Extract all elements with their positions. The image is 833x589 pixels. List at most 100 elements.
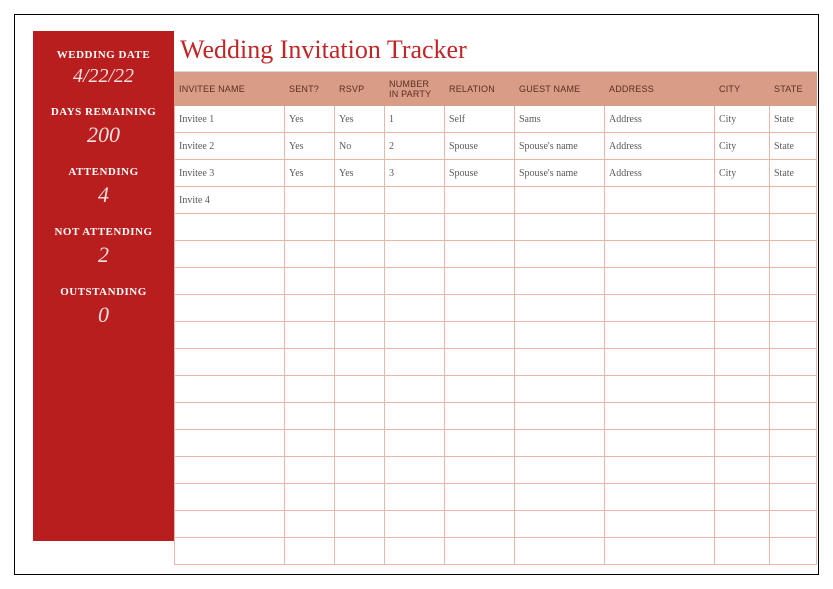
col-rsvp[interactable]: RSVP — [335, 73, 385, 106]
cell-relation[interactable] — [445, 403, 515, 430]
cell-address[interactable] — [605, 430, 715, 457]
cell-sent[interactable] — [285, 349, 335, 376]
cell-sent[interactable] — [285, 403, 335, 430]
cell-guest[interactable]: Spouse's name — [515, 160, 605, 187]
cell-state[interactable] — [770, 349, 817, 376]
cell-invitee[interactable] — [175, 457, 285, 484]
cell-invitee[interactable] — [175, 268, 285, 295]
table-row[interactable]: Invitee 1YesYes1SelfSamsAddressCityState — [175, 106, 817, 133]
cell-address[interactable] — [605, 268, 715, 295]
table-row[interactable] — [175, 214, 817, 241]
cell-relation[interactable] — [445, 214, 515, 241]
cell-num[interactable] — [385, 241, 445, 268]
cell-sent[interactable] — [285, 376, 335, 403]
cell-sent[interactable] — [285, 484, 335, 511]
table-row[interactable]: Invite 4 — [175, 187, 817, 214]
cell-city[interactable] — [715, 241, 770, 268]
cell-num[interactable]: 3 — [385, 160, 445, 187]
cell-num[interactable] — [385, 322, 445, 349]
cell-num[interactable] — [385, 214, 445, 241]
cell-state[interactable]: State — [770, 133, 817, 160]
cell-rsvp[interactable] — [335, 484, 385, 511]
cell-relation[interactable] — [445, 430, 515, 457]
cell-city[interactable] — [715, 349, 770, 376]
cell-num[interactable] — [385, 349, 445, 376]
cell-num[interactable] — [385, 187, 445, 214]
table-row[interactable] — [175, 241, 817, 268]
cell-city[interactable] — [715, 511, 770, 538]
cell-num[interactable] — [385, 538, 445, 565]
table-row[interactable] — [175, 457, 817, 484]
cell-state[interactable]: State — [770, 106, 817, 133]
cell-guest[interactable] — [515, 322, 605, 349]
cell-sent[interactable] — [285, 322, 335, 349]
cell-address[interactable] — [605, 214, 715, 241]
table-row[interactable] — [175, 295, 817, 322]
cell-guest[interactable] — [515, 349, 605, 376]
table-row[interactable] — [175, 430, 817, 457]
cell-guest[interactable] — [515, 295, 605, 322]
cell-relation[interactable] — [445, 295, 515, 322]
cell-sent[interactable] — [285, 295, 335, 322]
col-address[interactable]: ADDRESS — [605, 73, 715, 106]
cell-address[interactable] — [605, 538, 715, 565]
cell-relation[interactable]: Self — [445, 106, 515, 133]
cell-sent[interactable] — [285, 511, 335, 538]
cell-invitee[interactable] — [175, 349, 285, 376]
cell-invitee[interactable] — [175, 430, 285, 457]
cell-relation[interactable] — [445, 322, 515, 349]
cell-guest[interactable] — [515, 538, 605, 565]
cell-sent[interactable]: Yes — [285, 106, 335, 133]
cell-address[interactable] — [605, 457, 715, 484]
cell-rsvp[interactable] — [335, 322, 385, 349]
cell-num[interactable] — [385, 268, 445, 295]
cell-state[interactable] — [770, 403, 817, 430]
cell-state[interactable] — [770, 484, 817, 511]
cell-city[interactable] — [715, 403, 770, 430]
cell-sent[interactable] — [285, 457, 335, 484]
cell-num[interactable] — [385, 430, 445, 457]
cell-state[interactable] — [770, 214, 817, 241]
cell-state[interactable] — [770, 430, 817, 457]
cell-address[interactable] — [605, 295, 715, 322]
cell-address[interactable]: Address — [605, 133, 715, 160]
cell-guest[interactable] — [515, 403, 605, 430]
cell-invitee[interactable] — [175, 484, 285, 511]
cell-invitee[interactable] — [175, 295, 285, 322]
cell-guest[interactable] — [515, 214, 605, 241]
cell-guest[interactable] — [515, 376, 605, 403]
cell-guest[interactable] — [515, 241, 605, 268]
col-number-in-party[interactable]: NUMBER IN PARTY — [385, 73, 445, 106]
cell-relation[interactable] — [445, 457, 515, 484]
cell-rsvp[interactable] — [335, 376, 385, 403]
cell-address[interactable] — [605, 187, 715, 214]
cell-rsvp[interactable] — [335, 187, 385, 214]
table-row[interactable]: Invitee 2YesNo2SpouseSpouse's nameAddres… — [175, 133, 817, 160]
table-row[interactable] — [175, 349, 817, 376]
cell-address[interactable] — [605, 403, 715, 430]
cell-city[interactable] — [715, 484, 770, 511]
cell-address[interactable]: Address — [605, 160, 715, 187]
cell-state[interactable] — [770, 376, 817, 403]
cell-state[interactable] — [770, 187, 817, 214]
cell-rsvp[interactable] — [335, 295, 385, 322]
cell-rsvp[interactable]: Yes — [335, 106, 385, 133]
cell-relation[interactable] — [445, 511, 515, 538]
cell-state[interactable] — [770, 457, 817, 484]
cell-rsvp[interactable] — [335, 268, 385, 295]
cell-rsvp[interactable] — [335, 403, 385, 430]
cell-city[interactable] — [715, 214, 770, 241]
col-invitee-name[interactable]: INVITEE NAME — [175, 73, 285, 106]
cell-relation[interactable] — [445, 484, 515, 511]
cell-guest[interactable]: Sams — [515, 106, 605, 133]
cell-state[interactable] — [770, 538, 817, 565]
cell-rsvp[interactable] — [335, 511, 385, 538]
cell-num[interactable] — [385, 403, 445, 430]
cell-relation[interactable]: Spouse — [445, 160, 515, 187]
cell-rsvp[interactable]: Yes — [335, 160, 385, 187]
cell-relation[interactable] — [445, 241, 515, 268]
cell-relation[interactable] — [445, 538, 515, 565]
cell-sent[interactable] — [285, 214, 335, 241]
cell-city[interactable]: City — [715, 160, 770, 187]
cell-sent[interactable] — [285, 538, 335, 565]
